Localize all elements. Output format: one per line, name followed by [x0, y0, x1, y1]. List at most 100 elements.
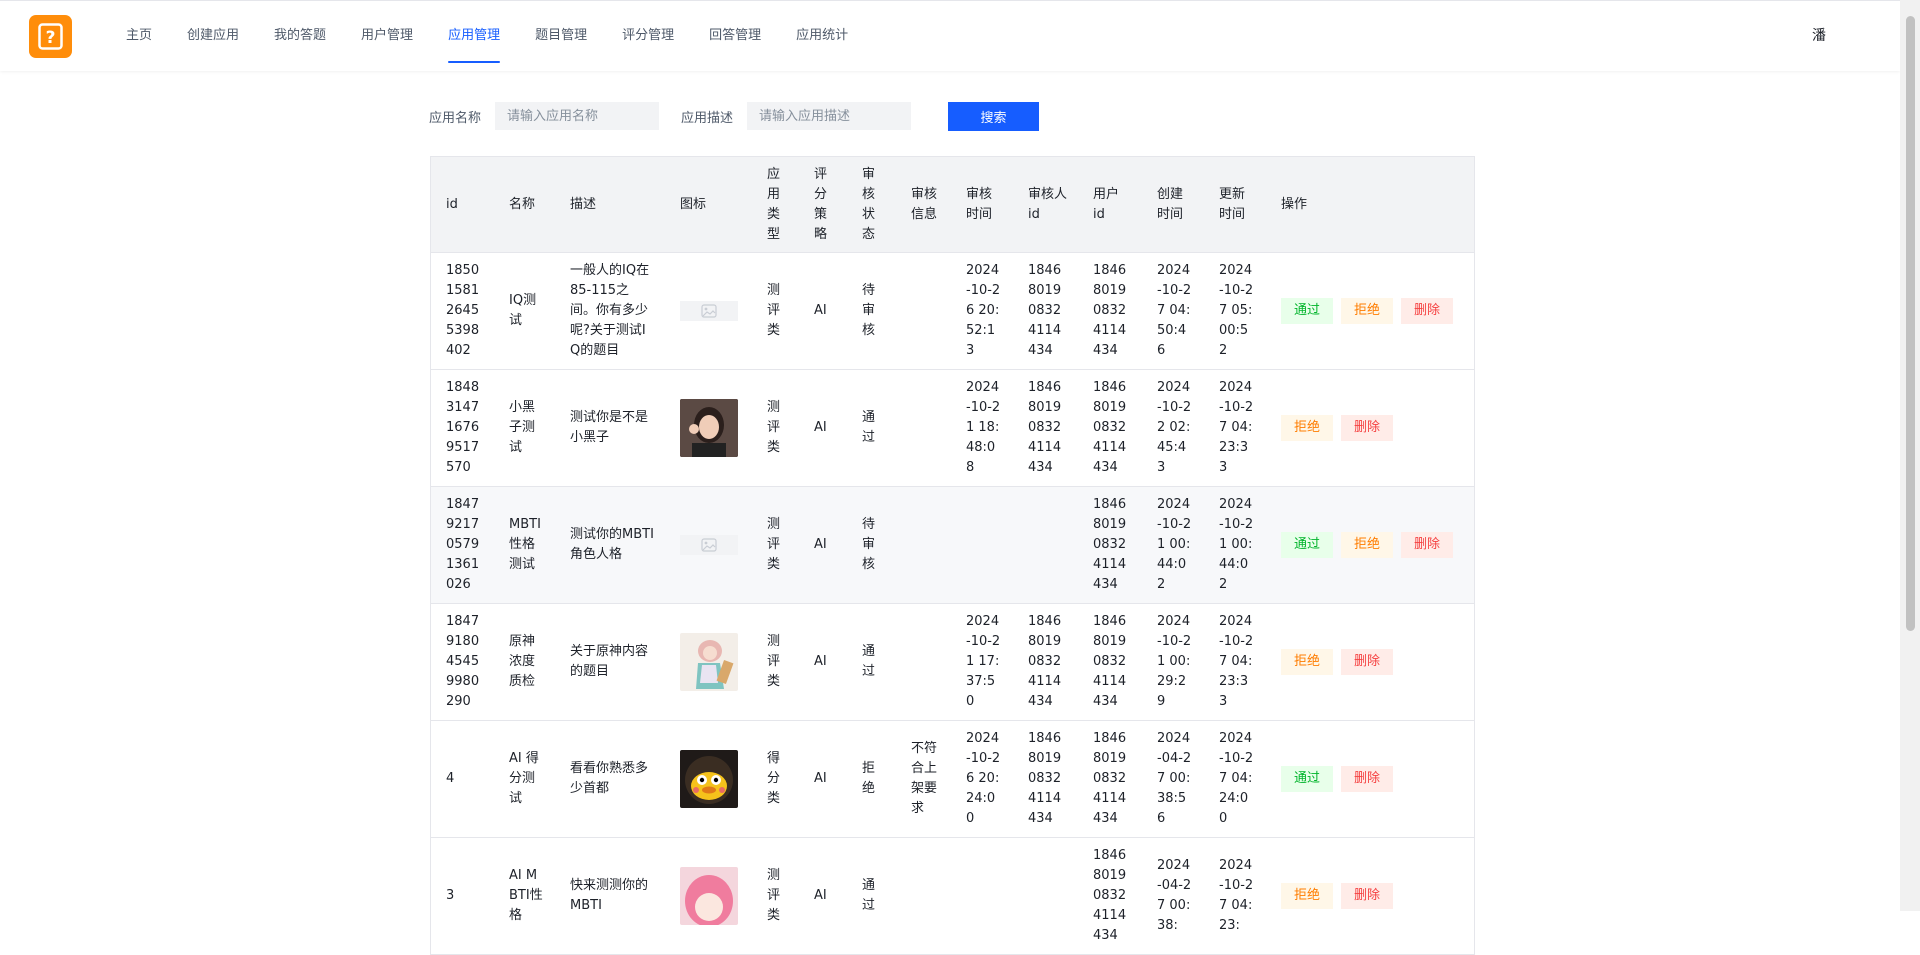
nav-item-3[interactable]: 用户管理	[347, 1, 427, 71]
reject-button[interactable]: 拒绝	[1341, 298, 1394, 324]
reject-button[interactable]: 拒绝	[1281, 649, 1334, 675]
nav-item-6[interactable]: 评分管理	[608, 1, 688, 71]
cell-reviewMsg	[896, 369, 951, 487]
nav-item-1[interactable]: 创建应用	[173, 1, 253, 71]
cell-updateTime: 2024-10-27 04:23:33	[1204, 369, 1266, 487]
cell-createTime: 2024-10-21 00:29:29	[1142, 603, 1204, 721]
cell-appType: 测评类	[752, 837, 799, 955]
scrollbar-thumb[interactable]	[1906, 16, 1915, 631]
cell-strategy: AI	[799, 252, 847, 370]
question-mark-logo-icon: ?	[38, 23, 63, 50]
table-row: 4 AI 得分测试 看看你熟悉多少首都 得分类 AI 拒绝 不符合上架要求 2024-10-2…	[431, 720, 1474, 838]
app-desc-label: 应用描述	[681, 110, 734, 126]
app-icon-cell	[665, 603, 752, 721]
cell-name: IQ测试	[494, 252, 555, 370]
actions-cell: 通过 拒绝 删除	[1266, 252, 1474, 370]
actions-cell: 通过 删除	[1266, 720, 1474, 838]
table-row: 1847918045459980290 原神浓度质检 关于原神内容的题目 测评类 AI 通…	[431, 603, 1474, 721]
nav-item-5[interactable]: 题目管理	[521, 1, 601, 71]
actions-cell: 拒绝 删除	[1266, 603, 1474, 721]
svg-text:?: ?	[46, 28, 56, 48]
app-name-input[interactable]	[495, 102, 660, 130]
search-form: 应用名称 应用描述 搜索	[429, 100, 1040, 132]
cell-desc: 关于原神内容的题目	[555, 603, 665, 721]
column-header: 审核人 id	[1013, 157, 1078, 253]
table-row: 1850158126455398402 IQ测试 一般人的IQ在85-115之间。你…	[431, 252, 1474, 370]
reject-button[interactable]: 拒绝	[1281, 415, 1334, 441]
app-icon-cell	[665, 837, 752, 955]
nav-item-7[interactable]: 回答管理	[695, 1, 775, 71]
cell-id: 4	[431, 720, 494, 838]
cell-reviewMsg	[896, 486, 951, 604]
cell-updateTime: 2024-10-21 00:44:02	[1204, 486, 1266, 604]
delete-button[interactable]: 删除	[1401, 532, 1454, 558]
cell-reviewerId	[1013, 837, 1078, 955]
table-row: 1848314716769517570 小黑子测试 测试你是不是小黑子 测评类 AI 通过…	[431, 369, 1474, 487]
app-icon-cell	[665, 486, 752, 604]
image-placeholder-icon	[680, 301, 742, 321]
cell-reviewMsg	[896, 603, 951, 721]
pass-button[interactable]: 通过	[1281, 298, 1334, 324]
cell-status: 待审核	[847, 486, 896, 604]
reject-button[interactable]: 拒绝	[1341, 532, 1394, 558]
cell-createTime: 2024-10-22 02:45:43	[1142, 369, 1204, 487]
cell-id: 1847918045459980290	[431, 603, 494, 721]
cell-reviewTime: 2024-10-21 18:48:08	[951, 369, 1013, 487]
cell-strategy: AI	[799, 603, 847, 721]
column-header: 审核状态	[847, 157, 896, 253]
cell-status: 拒绝	[847, 720, 896, 838]
nav-item-2[interactable]: 我的答题	[260, 1, 340, 71]
cell-reviewerId: 1846801908324114434	[1013, 369, 1078, 487]
app-name-label: 应用名称	[429, 110, 482, 126]
app-desc-input[interactable]	[747, 102, 912, 130]
column-header: 操作	[1266, 157, 1474, 253]
actions-cell: 拒绝 删除	[1266, 369, 1474, 487]
column-header: 评分策略	[799, 157, 847, 253]
cell-appType: 测评类	[752, 486, 799, 604]
cell-id: 3	[431, 837, 494, 955]
column-header: 图标	[665, 157, 752, 253]
app-logo[interactable]: ?	[29, 15, 72, 58]
cell-status: 待审核	[847, 252, 896, 370]
pass-button[interactable]: 通过	[1281, 532, 1334, 558]
cell-name: MBTI性格测试	[494, 486, 555, 604]
cell-desc: 快来测测你的MBTI	[555, 837, 665, 955]
cell-createTime: 2024-10-21 00:44:02	[1142, 486, 1204, 604]
cell-appType: 测评类	[752, 252, 799, 370]
cell-createTime: 2024-04-27 00:38:	[1142, 837, 1204, 955]
nav-item-0[interactable]: 主页	[112, 1, 166, 71]
pass-button[interactable]: 通过	[1281, 766, 1334, 792]
cell-status: 通过	[847, 603, 896, 721]
cell-strategy: AI	[799, 486, 847, 604]
cell-desc: 看看你熟悉多少首都	[555, 720, 665, 838]
column-header: 应用类型	[752, 157, 799, 253]
delete-button[interactable]: 删除	[1341, 415, 1394, 441]
image-placeholder-icon	[680, 535, 742, 555]
cell-id: 1847921705791361026	[431, 486, 494, 604]
cell-appType: 测评类	[752, 369, 799, 487]
nav-item-8[interactable]: 应用统计	[782, 1, 862, 71]
cell-strategy: AI	[799, 837, 847, 955]
cell-createTime: 2024-04-27 00:38:56	[1142, 720, 1204, 838]
user-name[interactable]: 潘	[1812, 1, 1826, 71]
cell-userId: 1846801908324114434	[1078, 837, 1142, 955]
app-icon-cell	[665, 720, 752, 838]
delete-button[interactable]: 删除	[1341, 649, 1394, 675]
nav-item-4[interactable]: 应用管理	[434, 1, 514, 71]
cell-desc: 测试你的MBTI角色人格	[555, 486, 665, 604]
cell-reviewerId: 1846801908324114434	[1013, 252, 1078, 370]
delete-button[interactable]: 删除	[1341, 883, 1394, 909]
delete-button[interactable]: 删除	[1401, 298, 1454, 324]
app-icon-image	[680, 867, 742, 925]
cell-userId: 1846801908324114434	[1078, 486, 1142, 604]
delete-button[interactable]: 删除	[1341, 766, 1394, 792]
actions-cell: 通过 拒绝 删除	[1266, 486, 1474, 604]
cell-status: 通过	[847, 369, 896, 487]
search-button[interactable]: 搜索	[948, 101, 1040, 131]
column-header: 审核时间	[951, 157, 1013, 253]
column-header: 创建时间	[1142, 157, 1204, 253]
column-header: 描述	[555, 157, 665, 253]
app-icon-cell	[665, 369, 752, 487]
cell-reviewMsg	[896, 252, 951, 370]
reject-button[interactable]: 拒绝	[1281, 883, 1334, 909]
